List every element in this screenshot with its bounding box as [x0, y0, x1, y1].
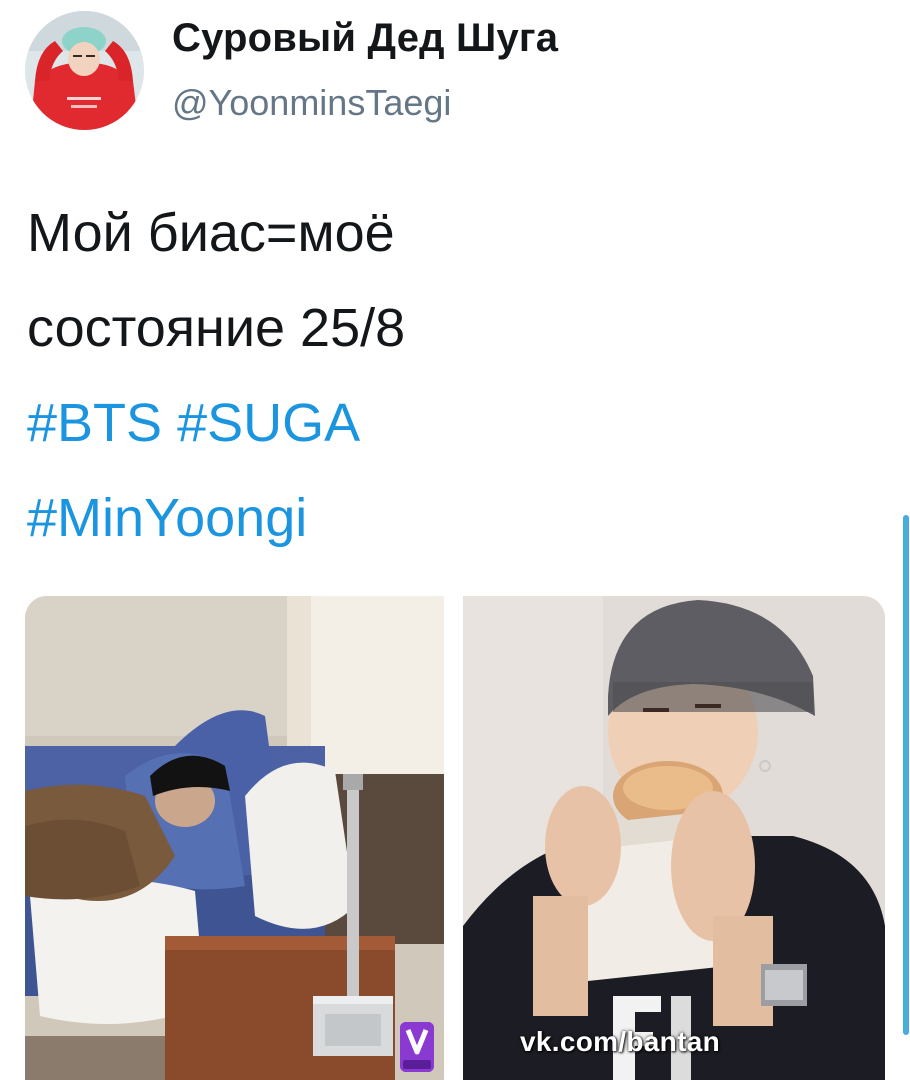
scrollbar-thumb[interactable]: [903, 515, 909, 1035]
tweet-photo-right[interactable]: [463, 596, 885, 1080]
tweet-text-line: Мой биас=моё: [27, 203, 395, 263]
hashtag-line: #BTS #SUGA: [27, 376, 867, 471]
profile-avatar[interactable]: [25, 11, 144, 130]
hashtag-link[interactable]: #MinYoongi: [27, 488, 307, 548]
hashtag-link[interactable]: #BTS: [27, 393, 162, 453]
photo-eating: [463, 596, 885, 1080]
watermark-text: vk.com/bantan: [520, 1026, 720, 1057]
hashtag-line: #MinYoongi: [27, 471, 867, 566]
avatar-image: [25, 11, 144, 130]
photo-sleeping: [25, 596, 444, 1080]
tweet-text: Мой биас=моё состояние 25/8 #BTS #SUGA #…: [27, 186, 867, 566]
tweet-text-line: состояние 25/8: [27, 298, 406, 358]
vlive-badge: [400, 1022, 434, 1072]
author-handle[interactable]: @YoonminsTaegi: [172, 82, 451, 124]
hashtag-link[interactable]: #SUGA: [177, 393, 360, 453]
tweet-photo-left[interactable]: [25, 596, 444, 1080]
author-display-name[interactable]: Суровый Дед Шуга: [172, 16, 558, 61]
v-logo-icon: [400, 1022, 434, 1072]
